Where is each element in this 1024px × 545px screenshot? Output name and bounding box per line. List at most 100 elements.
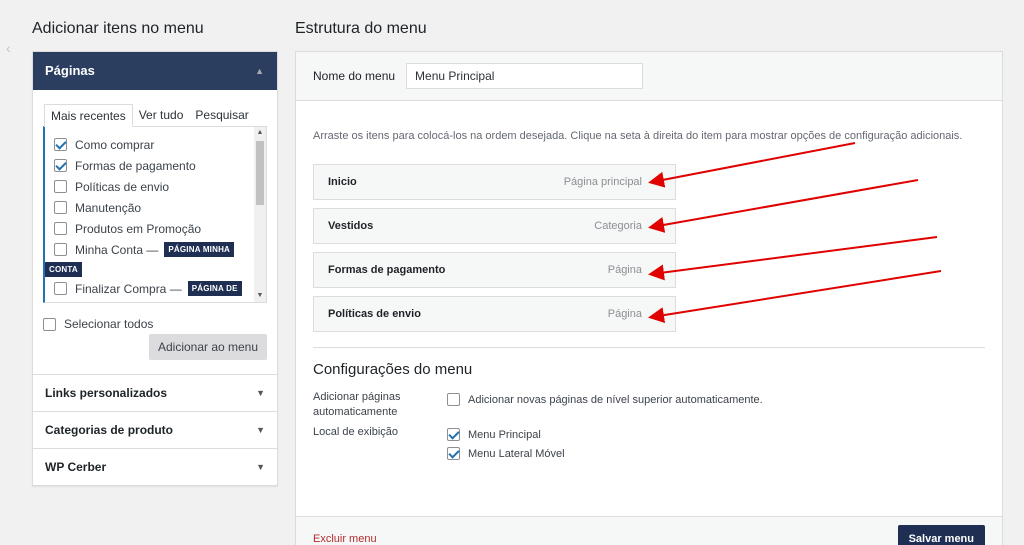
select-all-label: Selecionar todos (64, 317, 154, 331)
auto-add-checkbox[interactable] (447, 393, 460, 406)
page-checkbox[interactable] (54, 138, 67, 151)
menu-item-type: Página principal (563, 176, 642, 188)
menu-structure-column: Estrutura do menu Nome do menu Menu Prin… (295, 0, 1003, 545)
page-checkbox[interactable] (54, 180, 67, 193)
display-location-row: Local de exibição Menu Principal Menu La… (313, 425, 985, 463)
auto-add-label: Adicionar páginas automaticamente (313, 390, 447, 420)
location-option[interactable]: Menu Principal (447, 425, 565, 444)
menu-item-title: Vestidos (328, 220, 374, 232)
delete-menu-link[interactable]: Excluir menu (313, 533, 377, 545)
list-item[interactable]: Finalizar Compra — PÁGINA DE (54, 278, 266, 299)
auto-add-label-line: Adicionar páginas (313, 391, 401, 403)
scroll-down-icon[interactable]: ▼ (254, 290, 266, 302)
tab-view-all[interactable]: Ver tudo (133, 104, 190, 127)
page-type-badge: CONTA (45, 261, 82, 277)
accordion-pages-header[interactable]: Páginas ▲ (33, 52, 277, 90)
auto-add-options: Adicionar novas páginas de nível superio… (447, 390, 763, 420)
add-items-title: Adicionar itens no menu (32, 20, 204, 37)
accordion-label: WP Cerber (45, 460, 107, 474)
select-all-row[interactable]: Selecionar todos (43, 317, 267, 331)
menu-item-type: Página (607, 308, 642, 320)
menu-item[interactable]: Formas de pagamento Página (313, 252, 676, 288)
menu-items-accordion: Páginas ▲ Mais recentes Ver tudo Pesquis… (32, 51, 278, 486)
pages-scrollbar[interactable]: ▲ ▼ (254, 127, 266, 302)
add-to-menu-button[interactable]: Adicionar ao menu (149, 334, 267, 360)
page-type-badge: PÁGINA MINHA (164, 242, 235, 257)
tab-search[interactable]: Pesquisar (189, 104, 254, 127)
auto-add-label-line: automaticamente (313, 406, 398, 418)
save-menu-button[interactable]: Salvar menu (897, 524, 985, 545)
auto-add-option[interactable]: Adicionar novas páginas de nível superio… (447, 390, 763, 409)
page-checkbox[interactable] (54, 282, 67, 295)
menu-settings-title: Configurações do menu (313, 361, 473, 378)
page-label: Finalizar Compra — (75, 281, 182, 296)
menu-items-list: Inicio Página principal Vestidos Categoria… (313, 164, 985, 332)
list-item[interactable]: Como comprar (54, 134, 266, 155)
auto-add-row: Adicionar páginas automaticamente Adicio… (313, 390, 985, 420)
list-item[interactable]: Manutenção (54, 197, 266, 218)
page-checkbox[interactable] (54, 159, 67, 172)
page-checkbox[interactable] (54, 201, 67, 214)
page-label: Produtos em Promoção (75, 221, 202, 236)
page-label: Como comprar (75, 137, 155, 152)
pages-list: Como comprar Formas de pagamento Polític… (45, 127, 266, 299)
display-location-label: Local de exibição (313, 426, 399, 438)
menu-item-title: Inicio (328, 176, 357, 188)
scroll-up-icon[interactable]: ▲ (254, 127, 266, 139)
page-type-badge: PÁGINA DE (187, 281, 242, 296)
caret-up-icon: ▲ (255, 66, 264, 76)
menu-structure-title: Estrutura do menu (295, 20, 427, 37)
collapse-chevron-icon: ‹ (6, 40, 11, 56)
menu-name-input[interactable]: Menu Principal (406, 63, 644, 89)
menu-item[interactable]: Políticas de envio Página (313, 296, 676, 332)
menu-item-title: Formas de pagamento (328, 264, 446, 276)
tab-most-recent[interactable]: Mais recentes (44, 104, 133, 127)
page-label: Políticas de envio (75, 179, 170, 194)
menu-item-type: Categoria (594, 220, 642, 232)
auto-add-option-label: Adicionar novas páginas de nível superio… (468, 393, 763, 406)
caret-down-icon: ▼ (256, 388, 265, 398)
location-label: Menu Lateral Móvel (468, 447, 565, 460)
page-checkbox[interactable] (54, 243, 67, 256)
display-location-options: Menu Principal Menu Lateral Móvel (447, 425, 565, 463)
menu-name-bar: Nome do menu Menu Principal (296, 52, 1002, 101)
list-item[interactable]: Minha Conta — PÁGINA MINHA (54, 239, 266, 260)
pages-list-panel: Como comprar Formas de pagamento Polític… (43, 126, 267, 303)
drag-instructions: Arraste os itens para colocá-los na orde… (313, 130, 963, 142)
badge-continuation: CONTA (45, 260, 266, 278)
menu-item-title: Políticas de envio (328, 308, 421, 320)
accordion-product-categories[interactable]: Categorias de produto ▼ (33, 411, 277, 448)
menu-structure-body: Arraste os itens para colocá-los na orde… (296, 130, 1002, 463)
accordion-pages-label: Páginas (45, 63, 95, 78)
location-option[interactable]: Menu Lateral Móvel (447, 444, 565, 463)
caret-down-icon: ▼ (256, 425, 265, 435)
page-label: Formas de pagamento (75, 158, 196, 173)
accordion-custom-links[interactable]: Links personalizados ▼ (33, 374, 277, 411)
menu-structure-panel: Nome do menu Menu Principal Arraste os i… (295, 51, 1003, 545)
list-item[interactable]: Formas de pagamento (54, 155, 266, 176)
pages-tabs: Mais recentes Ver tudo Pesquisar (44, 104, 267, 127)
divider (313, 347, 985, 348)
pages-panel: Mais recentes Ver tudo Pesquisar Como co… (33, 90, 277, 374)
list-item[interactable]: Produtos em Promoção (54, 218, 266, 239)
page-label: Minha Conta — (75, 242, 159, 257)
menu-item[interactable]: Vestidos Categoria (313, 208, 676, 244)
location-label: Menu Principal (468, 428, 541, 441)
menu-item[interactable]: Inicio Página principal (313, 164, 676, 200)
menu-name-label: Nome do menu (313, 69, 396, 83)
accordion-label: Categorias de produto (45, 423, 174, 437)
page-label: Manutenção (75, 200, 142, 215)
location-checkbox[interactable] (447, 447, 460, 460)
select-all-checkbox[interactable] (43, 317, 56, 331)
page-checkbox[interactable] (54, 222, 67, 235)
accordion-wp-cerber[interactable]: WP Cerber ▼ (33, 448, 277, 485)
accordion-label: Links personalizados (45, 386, 168, 400)
caret-down-icon: ▼ (256, 462, 265, 472)
menu-item-type: Página (607, 264, 642, 276)
menu-settings: Configurações do menu Adicionar páginas … (313, 361, 985, 463)
add-menu-items-column: Adicionar itens no menu Páginas ▲ Mais r… (32, 0, 278, 486)
scroll-thumb[interactable] (256, 141, 264, 205)
list-item[interactable]: Políticas de envio (54, 176, 266, 197)
menu-footer: Excluir menu Salvar menu (296, 516, 1002, 545)
location-checkbox[interactable] (447, 428, 460, 441)
